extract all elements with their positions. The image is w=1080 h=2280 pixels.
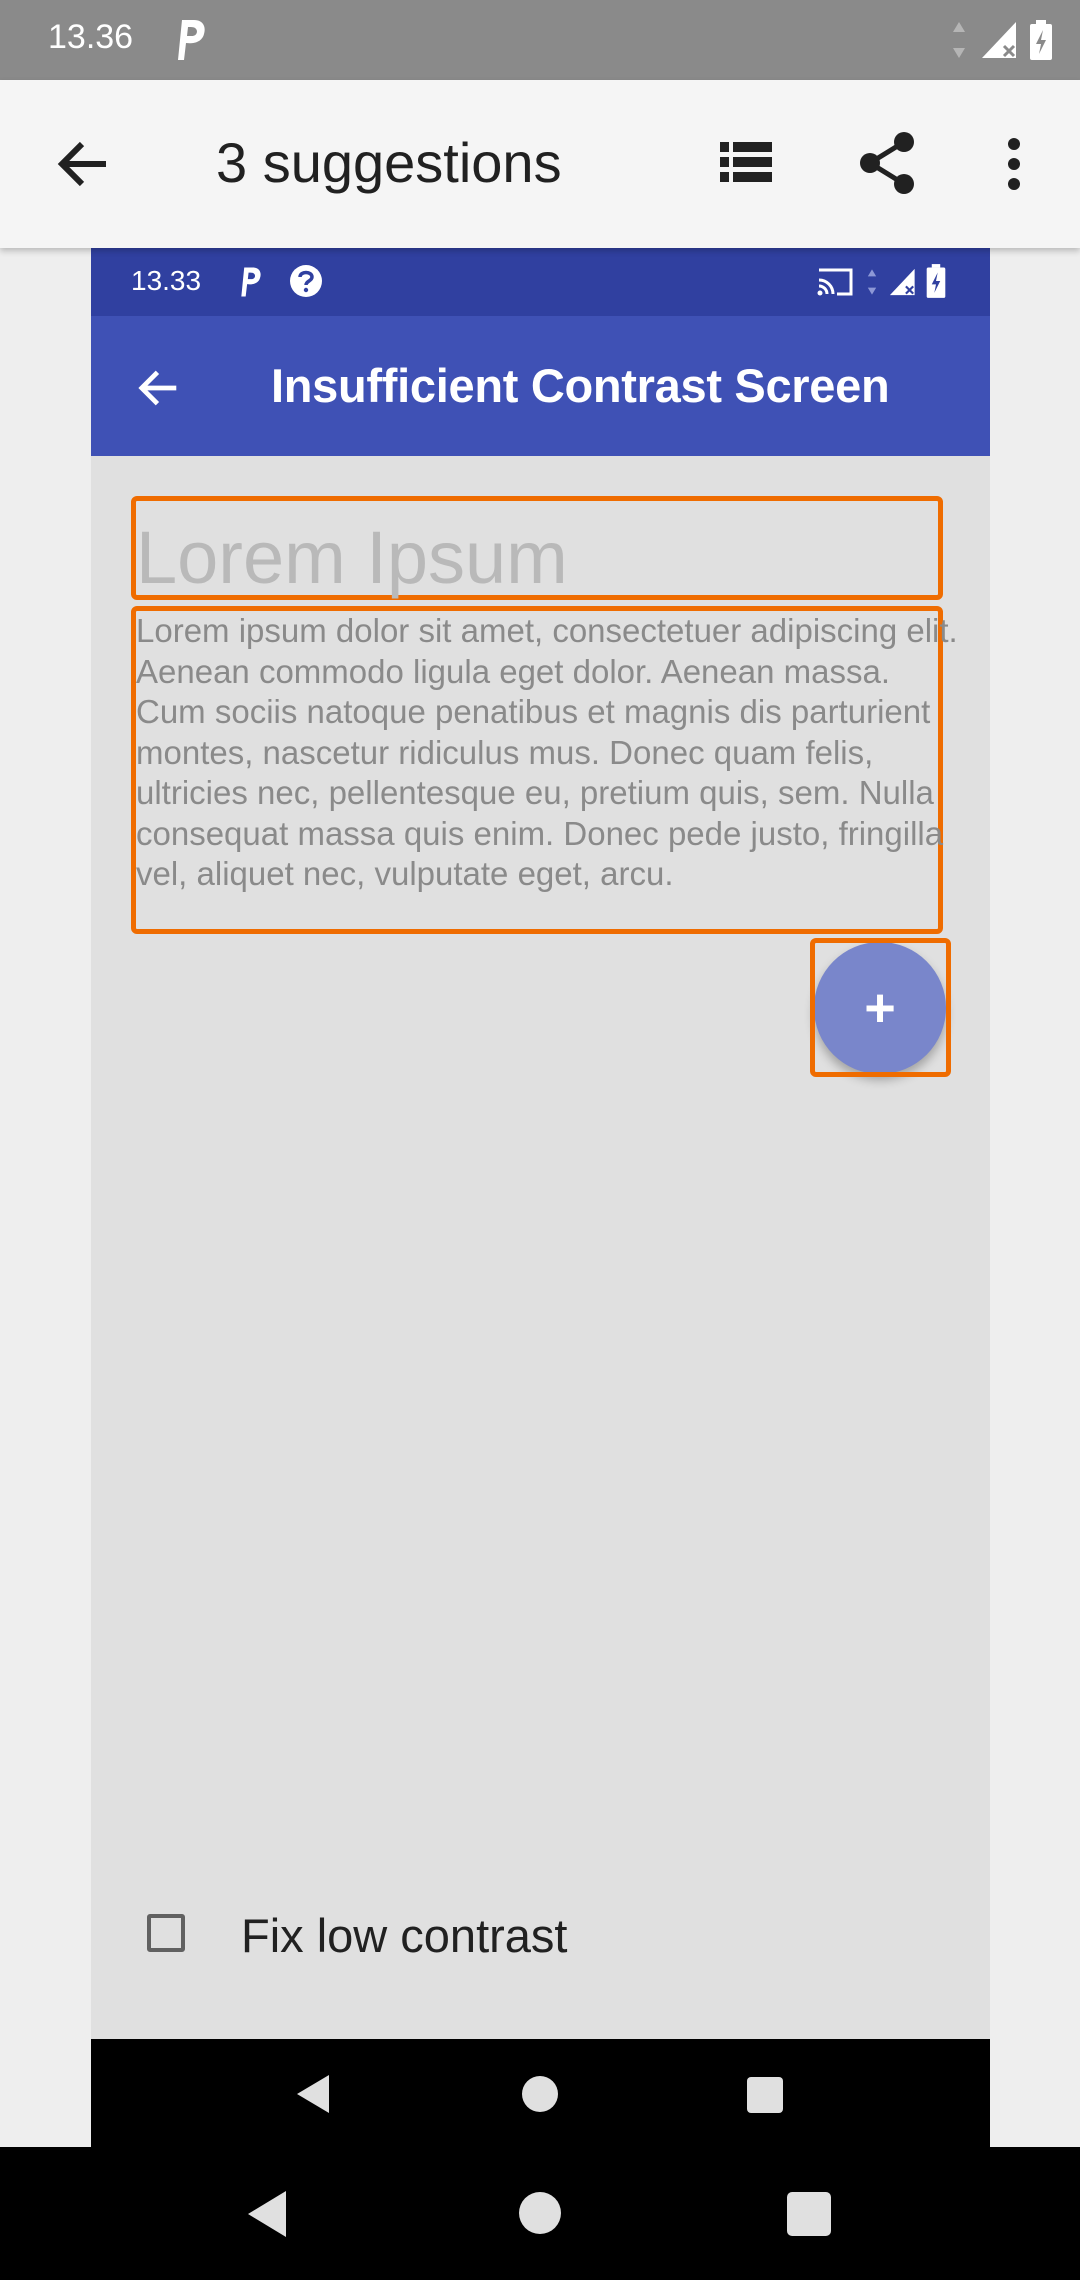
back-arrow-icon[interactable]	[137, 366, 181, 410]
nav-back-icon	[297, 2075, 329, 2113]
share-icon[interactable]	[858, 130, 918, 196]
inner-toolbar-title: Insufficient Contrast Screen	[271, 359, 890, 412]
fab-highlight[interactable]	[810, 938, 951, 1077]
inner-status-bar: 13.33	[91, 248, 990, 316]
battery-icon	[1030, 20, 1052, 60]
inner-nav-bar	[91, 2039, 990, 2147]
app-bar: 3 suggestions	[0, 80, 1080, 248]
inner-screenshot: 13.33 Insufficient Contrast Screen Lorem…	[91, 248, 990, 2147]
heading-highlight[interactable]: Lorem Ipsum	[131, 496, 943, 600]
fix-low-contrast-label: Fix low contrast	[241, 1909, 568, 1962]
cast-icon	[817, 268, 853, 296]
fix-low-contrast-checkbox[interactable]	[147, 1914, 185, 1952]
inner-status-time: 13.33	[131, 265, 202, 296]
nav-recents-icon[interactable]	[786, 2191, 832, 2237]
body-text-highlight[interactable]: Lorem ipsum dolor sit amet, consectetuer…	[131, 606, 958, 934]
status-time: 13.36	[48, 18, 134, 56]
more-vert-icon[interactable]	[1000, 136, 1028, 192]
body-text: Lorem ipsum dolor sit amet, consectetuer…	[136, 612, 958, 892]
signal-icon	[889, 268, 915, 296]
system-nav-bar	[0, 2147, 1080, 2280]
inner-toolbar: Insufficient Contrast Screen	[91, 316, 990, 456]
battery-icon	[926, 264, 946, 298]
page-title: 3 suggestions	[216, 131, 562, 194]
data-arrows-icon	[953, 22, 966, 58]
nav-recents-icon	[747, 2077, 783, 2113]
list-icon[interactable]	[718, 138, 774, 188]
nav-home-icon	[522, 2076, 558, 2112]
nav-home-icon[interactable]	[518, 2191, 562, 2235]
status-bar: 13.36	[0, 0, 1080, 80]
fix-low-contrast-row[interactable]: Fix low contrast	[147, 1900, 847, 1970]
heading-text: Lorem Ipsum	[136, 516, 568, 599]
signal-icon	[981, 22, 1016, 58]
back-arrow-icon[interactable]	[56, 136, 112, 192]
help-icon	[290, 265, 322, 297]
status-system-icons	[949, 18, 1054, 62]
data-arrows-icon	[867, 269, 877, 295]
nav-back-icon[interactable]	[246, 2189, 288, 2239]
p-icon	[178, 20, 205, 60]
p-icon	[241, 267, 261, 297]
